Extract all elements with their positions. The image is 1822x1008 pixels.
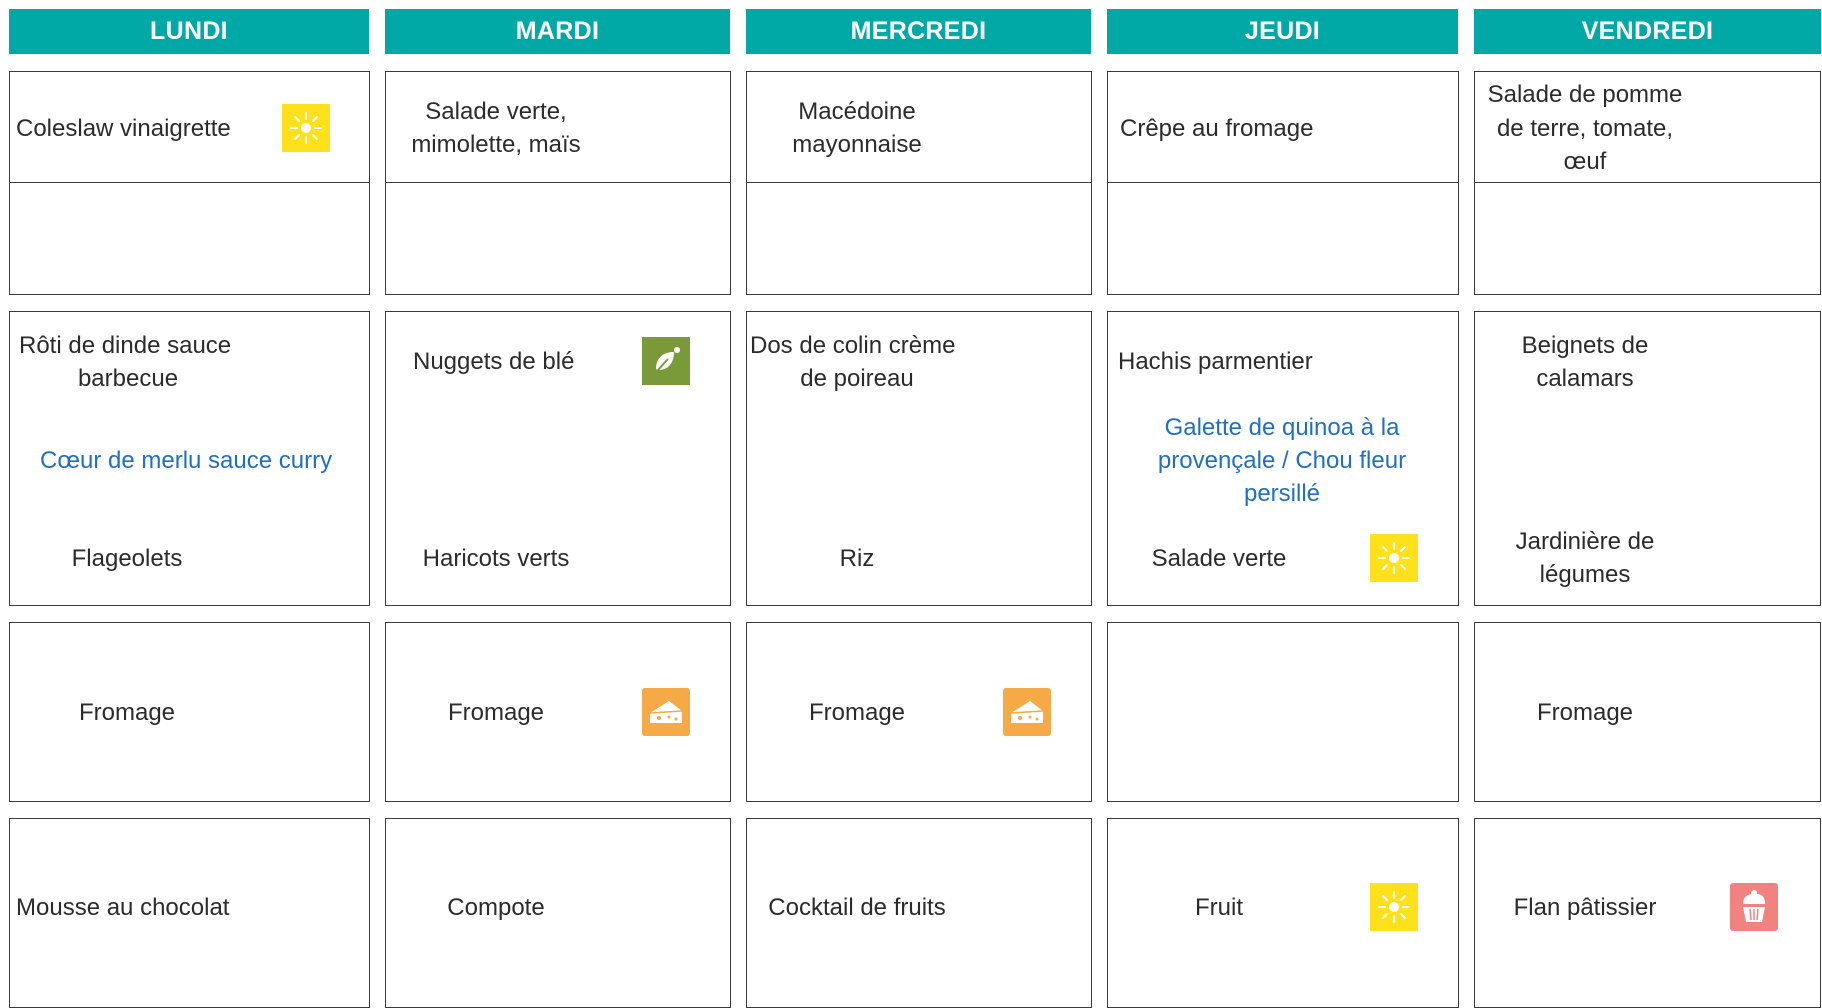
cheese-box-vendredi: Fromage [1474, 622, 1821, 802]
cheese-mardi: Fromage [447, 699, 545, 726]
main-box-mardi: Nuggets de blé Haricots verts [385, 311, 731, 606]
cheese-icon [642, 688, 690, 736]
side-jeudi: Salade verte [1151, 545, 1287, 572]
main-vendredi-line2: calamars [1536, 365, 1634, 392]
dessert-lundi: Mousse au chocolat [16, 894, 230, 921]
dessert-box-mardi: Compote [385, 818, 731, 1008]
main-mercredi-line2: de poireau [800, 365, 914, 392]
cheese-box-mercredi: Fromage [746, 622, 1092, 802]
main-box-jeudi: Hachis parmentier Galette de quinoa à la… [1107, 311, 1459, 606]
alt-main-lundi: Cœur de merlu sauce curry [40, 447, 333, 474]
alt-main-jeudi-line2: provençale / Chou fleur [1157, 447, 1407, 474]
dessert-mardi: Compote [447, 894, 545, 921]
starter-mardi-line2: mimolette, maïs [411, 131, 581, 158]
cheese-lundi: Fromage [78, 699, 176, 726]
dessert-box-lundi: Mousse au chocolat [9, 818, 370, 1008]
alt-main-jeudi-line3: persillé [1243, 480, 1321, 507]
starter-box-mercredi: Macédoine mayonnaise [746, 71, 1092, 295]
main-mercredi-line1: Dos de colin crème [750, 332, 956, 359]
header-lundi: LUNDI [9, 9, 369, 54]
header-vendredi: VENDREDI [1474, 9, 1821, 54]
cheese-box-mardi: Fromage [385, 622, 731, 802]
main-mardi: Nuggets de blé [413, 348, 575, 375]
side-vendredi-line1: Jardinière de [1515, 528, 1655, 555]
main-box-mercredi: Dos de colin crème de poireau Riz [746, 311, 1092, 606]
side-lundi: Flageolets [71, 545, 183, 572]
dessert-mercredi: Cocktail de fruits [768, 894, 946, 921]
side-vendredi-line2: légumes [1539, 561, 1631, 588]
main-jeudi: Hachis parmentier [1118, 348, 1313, 375]
cheese-vendredi: Fromage [1536, 699, 1634, 726]
sun-icon [1370, 883, 1418, 931]
main-box-lundi: Rôti de dinde sauce barbecue Cœur de mer… [9, 311, 370, 606]
divider [10, 182, 369, 183]
starter-mercredi-line1: Macédoine [798, 98, 916, 125]
starter-mardi-line1: Salade verte, [425, 98, 567, 125]
starter-lundi: Coleslaw vinaigrette [16, 115, 231, 142]
cheese-box-jeudi [1107, 622, 1459, 802]
sun-icon [282, 104, 330, 152]
starter-vendredi-line3: œuf [1563, 148, 1607, 175]
divider [747, 182, 1091, 183]
side-mardi: Haricots verts [422, 545, 570, 572]
starter-mercredi-line2: mayonnaise [792, 131, 922, 158]
divider [386, 182, 730, 183]
cheese-icon [1003, 688, 1051, 736]
header-mardi: MARDI [385, 9, 730, 54]
main-box-vendredi: Beignets de calamars Jardinière de légum… [1474, 311, 1821, 606]
starter-box-mardi: Salade verte, mimolette, maïs [385, 71, 731, 295]
dessert-box-mercredi: Cocktail de fruits [746, 818, 1092, 1008]
leaf-icon [642, 337, 690, 385]
dessert-box-jeudi: Fruit [1107, 818, 1459, 1008]
cupcake-icon [1730, 883, 1778, 931]
cheese-box-lundi: Fromage [9, 622, 370, 802]
main-lundi-line2: barbecue [77, 365, 179, 392]
starter-box-lundi: Coleslaw vinaigrette [9, 71, 370, 295]
divider [1108, 182, 1458, 183]
header-mercredi: MERCREDI [746, 9, 1091, 54]
starter-vendredi-line2: de terre, tomate, [1496, 115, 1674, 142]
starter-vendredi-line1: Salade de pomme [1487, 81, 1683, 108]
alt-main-jeudi-line1: Galette de quinoa à la [1164, 414, 1400, 441]
header-jeudi: JEUDI [1107, 9, 1458, 54]
main-vendredi-line1: Beignets de [1521, 332, 1649, 359]
dessert-vendredi: Flan pâtissier [1513, 894, 1657, 921]
starter-jeudi: Crêpe au fromage [1120, 115, 1314, 142]
main-lundi-line1: Rôti de dinde sauce [19, 332, 232, 359]
cheese-mercredi: Fromage [808, 699, 906, 726]
starter-box-jeudi: Crêpe au fromage [1107, 71, 1459, 295]
sun-icon [1370, 534, 1418, 582]
divider [1475, 182, 1820, 183]
side-mercredi: Riz [839, 545, 875, 572]
starter-box-vendredi: Salade de pomme de terre, tomate, œuf [1474, 71, 1821, 295]
dessert-jeudi: Fruit [1195, 894, 1243, 921]
dessert-box-vendredi: Flan pâtissier [1474, 818, 1821, 1008]
